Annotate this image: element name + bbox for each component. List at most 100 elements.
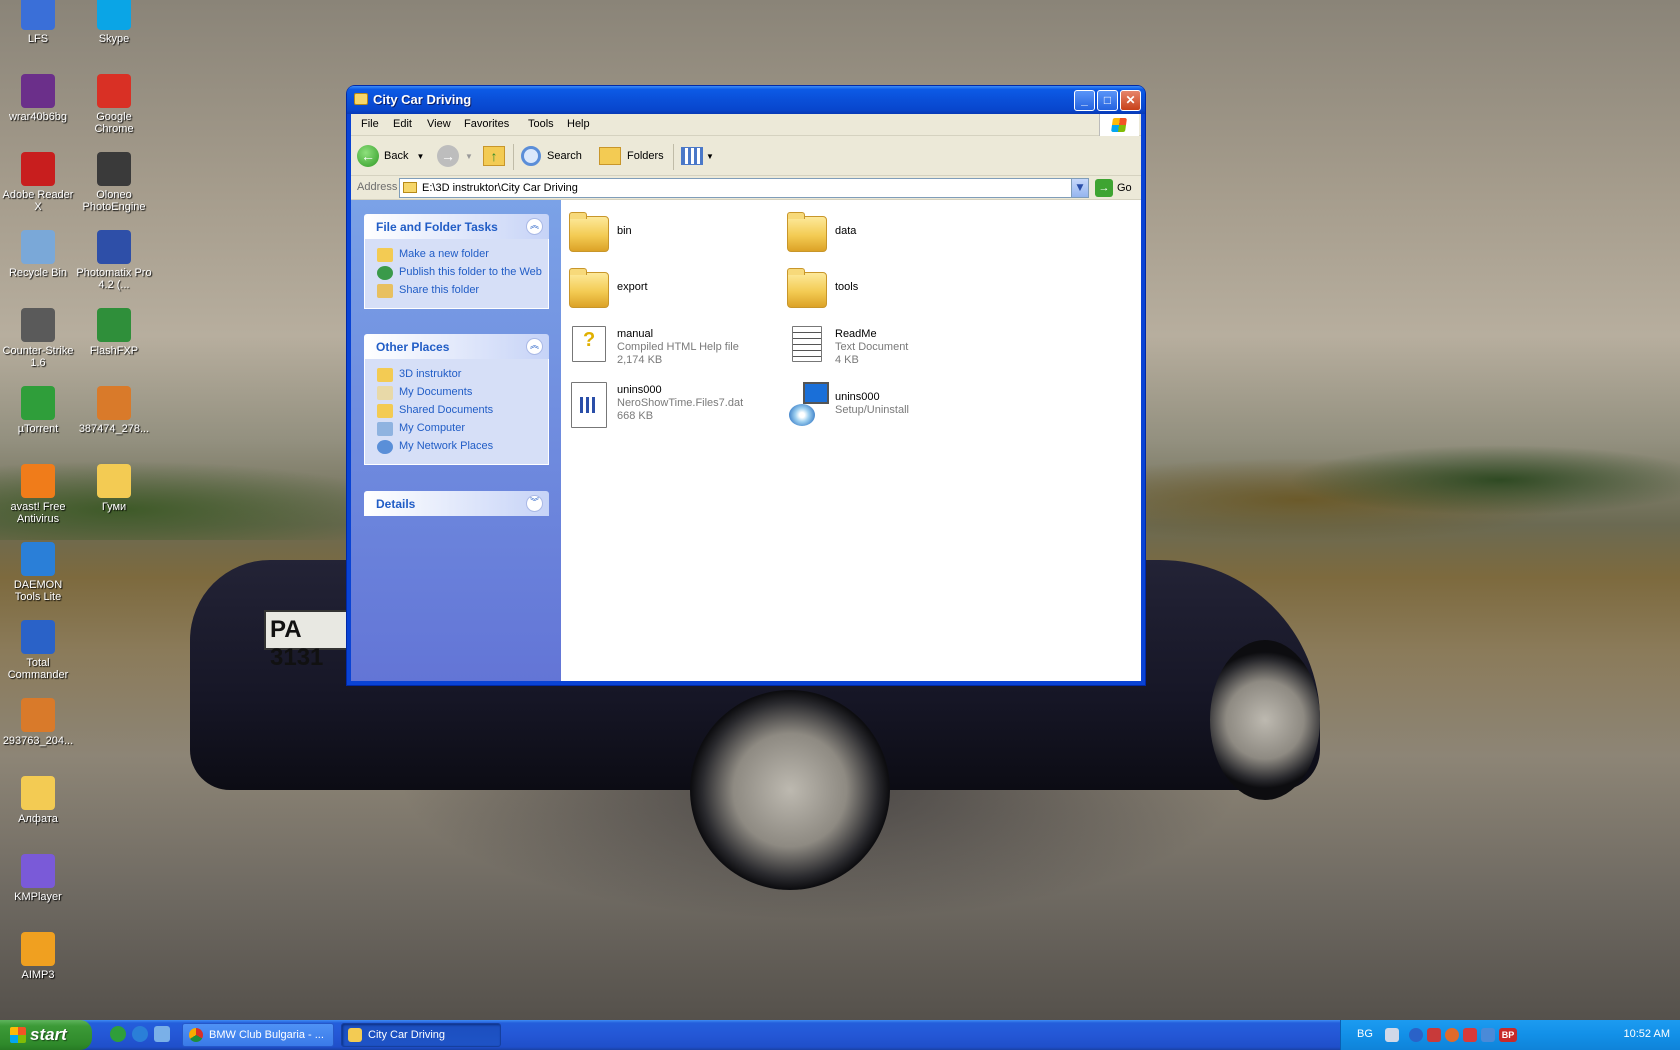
title-bar[interactable]: City Car Driving _ □ ✕ [347, 86, 1145, 114]
desktop-icon[interactable]: LFS [0, 0, 76, 45]
desktop-icon[interactable]: Skype [76, 0, 152, 45]
desktop-icon[interactable]: µTorrent [0, 386, 76, 435]
desktop-icon[interactable]: Алфата [0, 776, 76, 825]
keyboard-icon[interactable] [1385, 1028, 1399, 1042]
up-folder-button[interactable]: ↑ [483, 144, 505, 168]
file-item-export[interactable]: export [569, 268, 769, 320]
desktop-icon[interactable]: Recycle Bin [0, 230, 76, 279]
desktop-icon[interactable]: KMPlayer [0, 854, 76, 903]
back-label: Back [384, 150, 409, 162]
back-arrow-icon: ← [357, 145, 379, 167]
place-network-places-link[interactable]: My Network Places [377, 440, 548, 454]
folder-icon [348, 1028, 362, 1042]
daemon-tools-tray-icon[interactable] [1463, 1028, 1477, 1042]
search-button[interactable]: Search [521, 144, 582, 168]
internet-explorer-icon[interactable] [132, 1026, 148, 1042]
publish-folder-link[interactable]: Publish this folder to the Web [377, 266, 548, 280]
collapse-chevron-icon[interactable]: ︽ [526, 338, 543, 355]
keyboard-layout-icon[interactable]: BP [1499, 1028, 1517, 1042]
file-info: unins000 Setup/Uninstall [835, 391, 909, 417]
desktop-icon[interactable]: AIMP3 [0, 932, 76, 981]
security-shield-icon[interactable] [1427, 1028, 1441, 1042]
menu-file[interactable]: File [361, 118, 379, 130]
place-my-documents-link[interactable]: My Documents [377, 386, 548, 400]
expand-chevron-icon[interactable]: ︾ [526, 495, 543, 512]
forward-button[interactable]: → ▼ [437, 144, 473, 168]
place-shared-documents-link[interactable]: Shared Documents [377, 404, 548, 418]
file-item-unins000-exe[interactable]: unins000 Setup/Uninstall [787, 380, 987, 430]
file-item-tools[interactable]: tools [787, 268, 987, 320]
menu-favorites[interactable]: Favorites [464, 118, 509, 130]
address-input[interactable]: E:\3D instruktor\City Car Driving ▼ [399, 178, 1089, 198]
make-new-folder-link[interactable]: Make a new folder [377, 248, 548, 262]
folders-button[interactable]: Folders [599, 144, 664, 168]
menu-tools[interactable]: Tools [528, 118, 554, 130]
adobe-reader-icon [21, 152, 55, 186]
desktop-icon[interactable]: Гуми [76, 464, 152, 513]
go-button[interactable]: → Go [1095, 179, 1132, 197]
utorrent-quicklaunch-icon[interactable] [110, 1026, 126, 1042]
aimp-icon [21, 932, 55, 966]
kmplayer-icon [21, 854, 55, 888]
menu-help[interactable]: Help [567, 118, 590, 130]
desktop-icon[interactable]: 293763_204... [0, 698, 76, 747]
back-dropdown-icon[interactable]: ▼ [416, 152, 424, 161]
details-panel: Details ︾ [364, 491, 549, 516]
desktop-icon[interactable]: DAEMON Tools Lite [0, 542, 76, 603]
start-label: start [30, 1025, 67, 1044]
taskbar-item-chrome[interactable]: BMW Club Bulgaria - ... [182, 1023, 334, 1047]
menu-view[interactable]: View [427, 118, 451, 130]
desktop-icon[interactable]: avast! Free Antivirus [0, 464, 76, 525]
file-item-readme[interactable]: ReadMe Text Document 4 KB [787, 324, 987, 374]
desktop-icon[interactable]: 387474_278... [76, 386, 152, 435]
file-type: Compiled HTML Help file [617, 341, 739, 353]
computer-icon [377, 422, 393, 436]
address-dropdown-icon[interactable]: ▼ [1071, 179, 1088, 197]
clock[interactable]: 10:52 AM [1624, 1028, 1670, 1040]
back-arrow-icon[interactable] [1409, 1028, 1423, 1042]
panel-header[interactable]: Details ︾ [364, 491, 549, 516]
desktop-icon[interactable]: Oloneo PhotoEngine [76, 152, 152, 213]
file-item-manual[interactable]: ? manual Compiled HTML Help file 2,174 K… [569, 324, 769, 374]
panel-header[interactable]: File and Folder Tasks ︽ [364, 214, 549, 239]
file-item-data[interactable]: data [787, 212, 987, 264]
taskbar-item-city-car-driving[interactable]: City Car Driving [341, 1023, 501, 1047]
desktop-icon[interactable]: Adobe Reader X [0, 152, 76, 213]
go-label: Go [1117, 182, 1132, 194]
place-my-computer-link[interactable]: My Computer [377, 422, 548, 436]
network-icon[interactable] [1481, 1028, 1495, 1042]
file-item-bin[interactable]: bin [569, 212, 769, 264]
folder-icon [787, 268, 827, 308]
desktop-icon[interactable]: Photomatix Pro 4.2 (... [76, 230, 152, 291]
views-dropdown-icon[interactable]: ▼ [706, 152, 714, 161]
avast-tray-icon[interactable] [1445, 1028, 1459, 1042]
system-tray: BG BP 10:52 AM [1340, 1020, 1680, 1050]
collapse-chevron-icon[interactable]: ︽ [526, 218, 543, 235]
views-button[interactable]: ▼ [681, 144, 714, 168]
file-item-unins000-dat[interactable]: unins000 NeroShowTime.Files7.dat 668 KB [569, 380, 769, 430]
new-folder-icon [377, 248, 393, 262]
minimize-button[interactable]: _ [1074, 90, 1095, 111]
maximize-button[interactable]: □ [1097, 90, 1118, 111]
language-indicator[interactable]: BG [1357, 1028, 1373, 1040]
desktop-icon-label: Oloneo PhotoEngine [82, 189, 146, 213]
image-file-icon [21, 698, 55, 732]
desktop-icon[interactable]: wrar40b6bg [0, 74, 76, 123]
close-button[interactable]: ✕ [1120, 90, 1141, 111]
desktop-icon[interactable]: Google Chrome [76, 74, 152, 135]
panel-header[interactable]: Other Places ︽ [364, 334, 549, 359]
place-3d-instruktor-link[interactable]: 3D instruktor [377, 368, 548, 382]
folder-icon [377, 368, 393, 382]
lfs-icon [21, 0, 55, 30]
start-button[interactable]: start [0, 1020, 92, 1050]
desktop-icon[interactable]: Counter-Strike 1.6 [0, 308, 76, 369]
desktop-icon-label: Google Chrome [94, 111, 134, 135]
back-button[interactable]: ← Back ▼ [357, 144, 424, 168]
menu-edit[interactable]: Edit [393, 118, 412, 130]
share-folder-link[interactable]: Share this folder [377, 284, 548, 298]
link-label: Share this folder [399, 284, 480, 296]
desktop-icon[interactable]: FlashFXP [76, 308, 152, 357]
desktop-icon[interactable]: Total Commander [0, 620, 76, 681]
show-desktop-icon[interactable] [154, 1026, 170, 1042]
go-arrow-icon: → [1095, 179, 1113, 197]
